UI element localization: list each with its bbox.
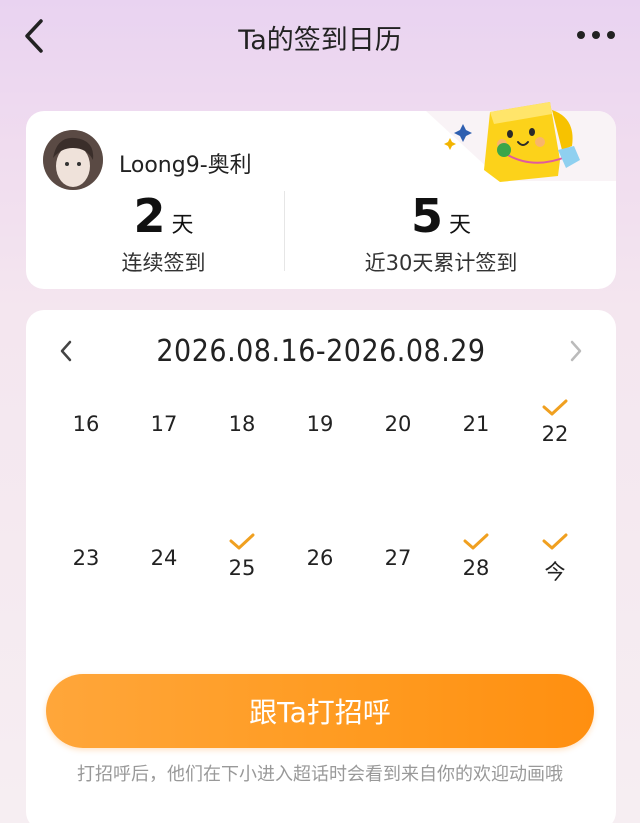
day-number: 20	[384, 412, 412, 436]
calendar-day-checked[interactable]: 22	[525, 398, 585, 446]
day-number: 25	[228, 556, 256, 580]
day-number: 今	[544, 560, 566, 584]
day-number: 28	[462, 556, 490, 580]
day-number: 27	[384, 546, 412, 570]
calendar-day[interactable]: 18	[212, 412, 272, 436]
checkmark-icon	[229, 533, 255, 550]
chevron-right-icon	[570, 340, 582, 362]
day-number: 26	[306, 546, 334, 570]
day-number: 19	[306, 412, 334, 436]
calendar-day[interactable]: 27	[368, 546, 428, 570]
greet-button[interactable]: 跟Ta打招呼	[46, 674, 594, 748]
calendar-day-checked[interactable]: 25	[212, 532, 272, 580]
day-number: 23	[72, 546, 100, 570]
calendar-day[interactable]: 19	[290, 412, 350, 436]
checkmark-icon	[542, 399, 568, 416]
page-title: Ta的签到日历	[238, 25, 402, 56]
calendar-day[interactable]: 21	[446, 412, 506, 436]
day-number: 22	[541, 422, 569, 446]
total-value: 5	[410, 189, 443, 243]
mascot-illustration	[444, 102, 580, 182]
day-number: 24	[150, 546, 178, 570]
streak-value: 2	[133, 189, 166, 243]
calendar-day-today[interactable]: 今	[525, 532, 585, 586]
calendar-day-checked[interactable]: 28	[446, 532, 506, 580]
footnote-text: 打招呼后，他们在下小进入超话时会看到来自你的欢迎动画哦	[77, 764, 563, 785]
calendar-day[interactable]: 23	[56, 546, 116, 570]
more-dots-icon	[577, 31, 615, 39]
calendar-day[interactable]: 17	[134, 412, 194, 436]
calendar-day[interactable]: 24	[134, 546, 194, 570]
avatar-image	[43, 130, 103, 190]
calendar-day[interactable]: 16	[56, 412, 116, 436]
top-bar: Ta的签到日历	[0, 0, 640, 72]
next-range-button[interactable]	[564, 338, 588, 364]
streak-unit: 天	[171, 213, 194, 238]
day-number: 17	[150, 412, 178, 436]
streak-stat: 2 天 连续签到	[96, 193, 231, 277]
day-number: 18	[228, 412, 256, 436]
username: Loong9-奥利	[119, 153, 252, 178]
date-range: 2026.08.16-2026.08.29	[156, 334, 486, 369]
day-number: 16	[72, 412, 100, 436]
day-number: 21	[462, 412, 490, 436]
sparkle-icon	[444, 124, 472, 150]
checkmark-icon	[542, 533, 568, 550]
streak-label: 连续签到	[121, 251, 206, 275]
total-unit: 天	[449, 213, 472, 238]
checkmark-icon	[463, 533, 489, 550]
total-stat: 5 天 近30天累计签到	[341, 193, 541, 277]
more-button[interactable]	[574, 22, 618, 48]
stats-divider	[284, 191, 285, 271]
calendar-day[interactable]: 26	[290, 546, 350, 570]
avatar[interactable]	[43, 130, 103, 190]
total-label: 近30天累计签到	[364, 251, 518, 275]
calendar-day[interactable]: 20	[368, 412, 428, 436]
